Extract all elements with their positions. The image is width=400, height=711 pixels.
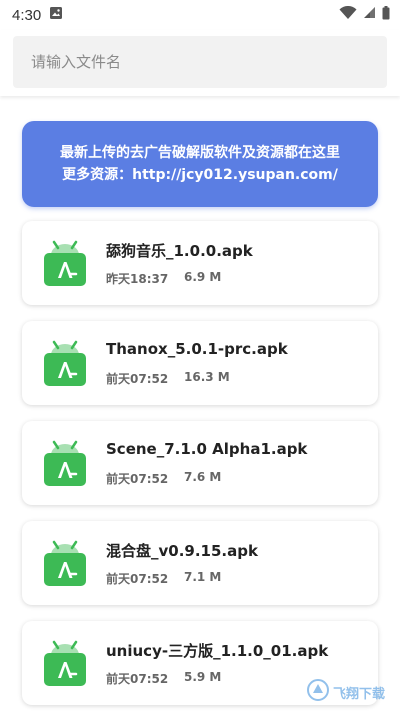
file-time: 前天07:52 <box>106 472 169 486</box>
file-name: Thanox_5.0.1-prc.apk <box>106 340 288 358</box>
file-name: 混合盘_v0.9.15.apk <box>106 542 258 560</box>
watermark: 飞翔下载 <box>306 676 396 708</box>
file-item[interactable]: Scene_7.1.0 Alpha1.apk 前天07:52 7.6 M <box>22 421 378 505</box>
banner-line-2: 更多资源：http://jcy012.ysupan.com/ <box>62 167 338 183</box>
file-name: uniucy-三方版_1.1.0_01.apk <box>106 642 329 660</box>
file-time: 昨天18:37 <box>106 272 169 286</box>
apk-file-icon <box>42 639 88 687</box>
apk-file-icon <box>42 439 88 487</box>
watermark-logo-icon <box>306 678 330 706</box>
apk-file-icon <box>42 239 88 287</box>
wifi-icon <box>339 5 357 25</box>
file-item[interactable]: 混合盘_v0.9.15.apk 前天07:52 7.1 M <box>22 521 378 605</box>
file-time: 前天07:52 <box>106 572 169 586</box>
file-time: 前天07:52 <box>106 672 169 686</box>
file-time: 前天07:52 <box>106 372 169 386</box>
status-bar: 4:30 <box>0 0 400 30</box>
watermark-text: 飞翔下载 <box>333 686 386 702</box>
search-bar <box>0 30 400 96</box>
status-time: 4:30 <box>12 6 42 24</box>
announcement-banner[interactable]: 最新上传的去广告破解版软件及资源都在这里 更多资源：http://jcy012.… <box>22 121 378 207</box>
banner-line-1: 最新上传的去广告破解版软件及资源都在这里 <box>60 145 340 161</box>
file-size: 7.6 M <box>184 470 222 484</box>
file-name: Scene_7.1.0 Alpha1.apk <box>106 440 308 458</box>
search-input[interactable] <box>13 36 387 88</box>
file-size: 16.3 M <box>184 370 230 384</box>
file-size: 5.9 M <box>184 670 222 684</box>
file-size: 7.1 M <box>184 570 222 584</box>
file-size: 6.9 M <box>184 270 222 284</box>
apk-file-icon <box>42 539 88 587</box>
file-item[interactable]: Thanox_5.0.1-prc.apk 前天07:52 16.3 M <box>22 321 378 405</box>
signal-icon <box>363 6 376 24</box>
battery-icon <box>382 5 390 25</box>
image-icon <box>49 6 63 25</box>
apk-file-icon <box>42 339 88 387</box>
file-item[interactable]: 舔狗音乐_1.0.0.apk 昨天18:37 6.9 M <box>22 221 378 305</box>
file-name: 舔狗音乐_1.0.0.apk <box>106 242 253 260</box>
